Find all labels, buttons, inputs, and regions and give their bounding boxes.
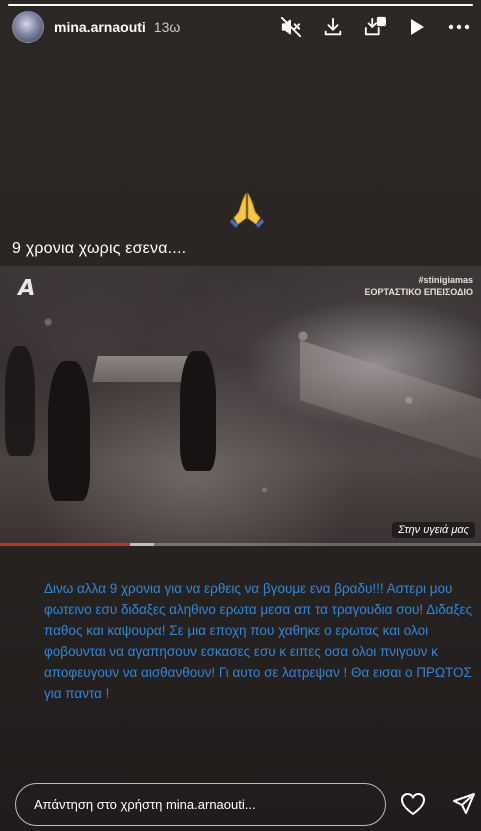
username[interactable]: mina.arnaouti (54, 19, 146, 35)
video-buffer (129, 543, 154, 546)
praying-hands-icon (225, 187, 269, 231)
play-icon[interactable] (405, 15, 429, 39)
video-progress-fill (0, 543, 130, 546)
mute-icon[interactable] (279, 15, 303, 39)
download-icon[interactable] (321, 15, 345, 39)
tv-show-tag: #stinigiamas ΕΟΡΤΑΣΤΙΚΟ ΕΠΕΙΣΟΔΙΟ (365, 274, 473, 298)
story-caption-main: Δινω αλλα 9 χρονια για να ερθεις να βγου… (44, 581, 473, 701)
story-header: mina.arnaouti 13ω (12, 10, 471, 44)
tv-hashtag: #stinigiamas (418, 275, 473, 285)
tv-banner: Στην υγειά μας (392, 522, 475, 538)
video-scene-dancer (180, 351, 216, 471)
story-progress-bar (8, 4, 473, 6)
post-time: 13ω (153, 19, 181, 35)
story-viewer[interactable]: mina.arnaouti 13ω 9 χρονια χωρις εσενα..… (0, 0, 481, 831)
story-progress-fill (8, 4, 473, 6)
video-scene-dancer (5, 346, 35, 456)
header-actions (279, 15, 471, 39)
send-icon[interactable] (452, 792, 476, 821)
reply-actions (400, 792, 476, 821)
avatar[interactable] (12, 11, 44, 43)
video-scene-dancer (48, 361, 90, 501)
video-clip[interactable]: A #stinigiamas ΕΟΡΤΑΣΤΙΚΟ ΕΠΕΙΣΟΔΙΟ Στην… (0, 266, 481, 546)
tv-episode-label: ΕΟΡΤΑΣΤΙΚΟ ΕΠΕΙΣΟΔΙΟ (364, 287, 473, 297)
reply-input[interactable]: Απάντηση στο χρήστη mina.arnaouti... (15, 783, 386, 826)
like-icon[interactable] (400, 792, 426, 821)
channel-logo: A (15, 276, 38, 301)
video-progress-bar[interactable] (0, 543, 481, 546)
save-icon[interactable] (363, 15, 387, 39)
reply-placeholder: Απάντηση στο χρήστη mina.arnaouti... (34, 797, 256, 812)
story-caption-top: 9 χρονια χωρις εσενα.... (12, 240, 187, 257)
more-icon[interactable] (447, 15, 471, 39)
